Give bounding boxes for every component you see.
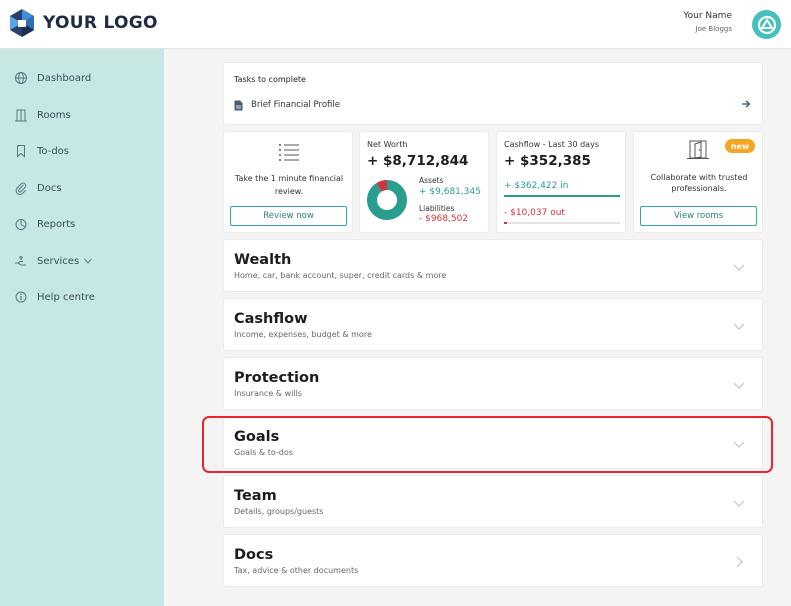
- arrow-right-icon[interactable]: [741, 99, 751, 109]
- sidebar-item-dashboard[interactable]: Dashboard: [14, 70, 91, 86]
- chevron-down-icon: [733, 500, 745, 507]
- list-icon: [279, 144, 299, 161]
- task-label: Brief Financial Profile: [251, 100, 340, 110]
- view-rooms-button[interactable]: View rooms: [640, 206, 757, 226]
- section-docs[interactable]: Docs Tax, advice & other documents: [223, 534, 763, 587]
- document-icon: [234, 100, 243, 110]
- net-worth-card[interactable]: Net Worth + $8,712,844 Assets + $9,681,3…: [359, 131, 489, 233]
- assets-label: Assets: [419, 176, 444, 185]
- cashflow-out: - $10,037 out: [504, 208, 565, 218]
- section-title: Cashflow: [234, 311, 308, 327]
- avatar[interactable]: [752, 10, 781, 39]
- info-icon: [15, 291, 27, 303]
- task-item[interactable]: Brief Financial Profile: [234, 98, 751, 112]
- review-now-button[interactable]: Review now: [230, 206, 347, 226]
- liabilities-value: - $968,502: [419, 214, 469, 224]
- review-text: Take the 1 minute financial review.: [234, 174, 344, 196]
- logo-text: YOUR LOGO: [43, 13, 158, 33]
- section-title: Wealth: [234, 252, 292, 268]
- cashflow-in: + $362,422 in: [504, 181, 568, 191]
- sidebar-item-rooms[interactable]: Rooms: [14, 107, 71, 123]
- sidebar-item-label: Reports: [37, 218, 76, 230]
- building-icon: [15, 109, 27, 122]
- sidebar-item-label: Rooms: [37, 109, 71, 121]
- cashflow-out-label: out: [550, 208, 565, 218]
- cashflow-card[interactable]: Cashflow - Last 30 days + $352,385 + $36…: [496, 131, 626, 233]
- section-title: Docs: [234, 547, 274, 563]
- pie-chart-icon: [15, 219, 27, 230]
- user-subtitle: Joe Bloggs: [695, 25, 732, 33]
- section-subtitle: Details, groups/guests: [234, 507, 324, 516]
- section-subtitle: Insurance & wills: [234, 389, 302, 398]
- user-name: Your Name: [683, 11, 732, 21]
- section-title: Protection: [234, 370, 320, 386]
- sidebar-item-label: Dashboard: [37, 72, 92, 84]
- avatar-logo-icon: [757, 15, 776, 34]
- cashflow-out-value: - $10,037: [504, 208, 548, 218]
- cashflow-in-value: + $362,422: [504, 181, 558, 191]
- net-worth-value: + $8,712,844: [367, 153, 469, 169]
- net-worth-donut: [367, 180, 407, 220]
- cashflow-out-bar-fill: [504, 222, 508, 224]
- sidebar-item-label: To-dos: [37, 145, 69, 157]
- sidebar-item-reports[interactable]: Reports: [14, 216, 75, 232]
- chevron-down-icon: [84, 258, 93, 264]
- chevron-right-icon: [736, 556, 743, 568]
- chevron-down-icon: [733, 264, 745, 271]
- section-team[interactable]: Team Details, groups/guests: [223, 475, 763, 528]
- section-cashflow[interactable]: Cashflow Income, expenses, budget & more: [223, 298, 763, 351]
- sidebar-item-docs[interactable]: Docs: [14, 180, 62, 196]
- section-protection[interactable]: Protection Insurance & wills: [223, 357, 763, 410]
- rooms-card: new Collaborate with trusted professiona…: [633, 131, 763, 233]
- paperclip-icon: [15, 182, 27, 195]
- logo-icon: [10, 9, 34, 37]
- cashflow-value: + $352,385: [504, 153, 591, 169]
- sidebar-item-services[interactable]: Services: [14, 253, 93, 269]
- liabilities-label: Liabilities: [419, 204, 455, 213]
- section-subtitle: Income, expenses, budget & more: [234, 330, 372, 339]
- bookmark-icon: [17, 145, 25, 158]
- sidebar: Dashboard Rooms To-dos Docs Reports Serv…: [0, 49, 164, 606]
- tasks-title: Tasks to complete: [234, 75, 306, 84]
- door-icon: [687, 140, 709, 159]
- cashflow-in-bar-fill: [504, 195, 620, 197]
- net-worth-title: Net Worth: [367, 140, 408, 149]
- rooms-text: Collaborate with trusted professionals.: [650, 173, 748, 193]
- sidebar-item-label: Help centre: [37, 291, 95, 303]
- section-subtitle: Tax, advice & other documents: [234, 566, 359, 575]
- sidebar-item-todos[interactable]: To-dos: [14, 143, 69, 159]
- tasks-card: Tasks to complete Brief Financial Profil…: [223, 62, 763, 125]
- cashflow-title: Cashflow - Last 30 days: [504, 140, 599, 149]
- assets-value: + $9,681,345: [419, 187, 481, 197]
- top-bar: YOUR LOGO Your Name Joe Bloggs: [0, 0, 791, 49]
- section-wealth[interactable]: Wealth Home, car, bank account, super, c…: [223, 239, 763, 292]
- cashflow-in-label: in: [560, 181, 569, 191]
- chevron-down-icon: [733, 382, 745, 389]
- user-info[interactable]: Your Name Joe Bloggs: [683, 11, 732, 33]
- section-title: Team: [234, 488, 277, 504]
- chevron-down-icon: [733, 323, 745, 330]
- section-subtitle: Home, car, bank account, super, credit c…: [234, 271, 447, 280]
- cashflow-in-bar: [504, 195, 620, 197]
- new-badge: new: [725, 139, 755, 153]
- globe-icon: [15, 72, 27, 84]
- sidebar-item-label: Docs: [37, 182, 62, 194]
- review-card: Take the 1 minute financial review. Revi…: [223, 131, 353, 233]
- sidebar-item-label: Services: [37, 255, 80, 267]
- goals-highlight-outline: [202, 416, 773, 473]
- hand-icon: [15, 255, 26, 266]
- logo[interactable]: YOUR LOGO: [9, 8, 158, 38]
- cashflow-out-bar: [504, 222, 620, 224]
- sidebar-item-help-centre[interactable]: Help centre: [14, 289, 95, 305]
